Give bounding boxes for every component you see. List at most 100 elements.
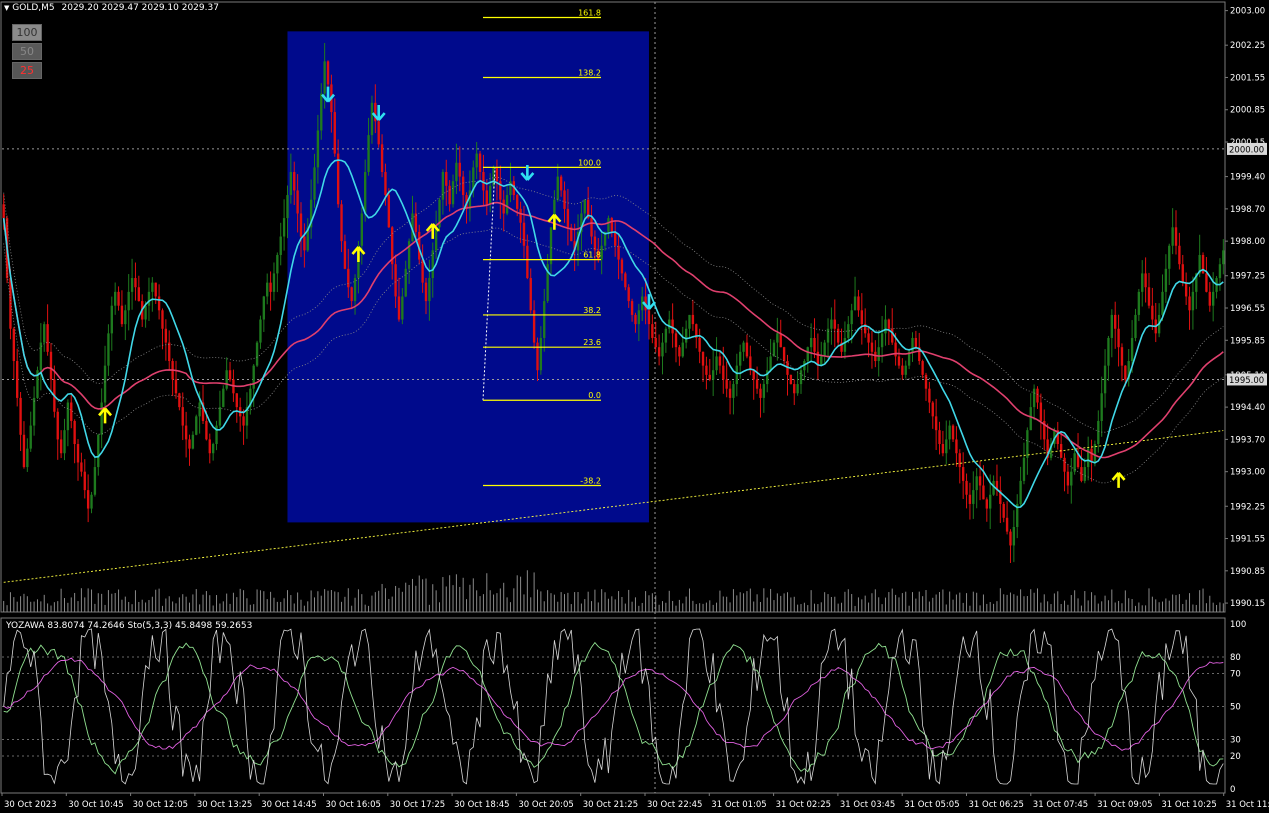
candle-body [610,218,613,232]
candle-body [59,439,63,454]
candle-body [1012,527,1016,546]
candle-body [19,397,22,435]
osc-y-tick-label: 20 [1230,752,1241,762]
candle-body [1218,264,1222,279]
candle-body [975,476,978,491]
candle-body [857,296,860,311]
candle-body [657,347,661,357]
y-tick-label: 2003.00 [1230,7,1265,17]
x-tick-label: 31 Oct 06:25 [969,800,1024,810]
candle-body [526,245,529,279]
x-tick-label: 31 Oct 05:05 [904,800,959,810]
candle-body [208,439,211,454]
zoom-button-100[interactable]: 100 [12,24,42,41]
candle-body [718,356,722,366]
y-tick-label: 1993.00 [1230,468,1265,478]
candle-body [1019,480,1022,504]
candle-body [1222,250,1225,265]
candle-body [843,337,847,352]
zoom-button-25[interactable]: 25 [12,62,42,79]
candle-body [228,370,232,380]
candle-body [485,190,488,205]
candle-body [124,310,127,325]
candle-body [823,342,826,357]
candle-body [634,314,637,325]
candle-body [113,291,117,306]
triangle-down-icon[interactable]: ▼ [4,4,9,12]
candle-body [762,384,766,398]
candle-body [198,402,201,417]
candle-body [799,370,803,385]
candle-body [168,342,171,362]
candle-body [97,434,100,468]
candle-body [867,333,870,343]
candle-body [539,337,543,371]
candle-body [989,494,992,509]
fib-label: 138.2 [578,68,601,77]
osc-y-tick-label: 80 [1230,653,1241,663]
candle-body [147,291,151,306]
candle-body [711,370,715,380]
candle-body [1100,393,1103,421]
candle-body [218,407,222,426]
y-tick-label: 1994.40 [1230,403,1265,413]
candle-body [1184,282,1188,297]
candle-body [556,176,559,200]
y-tick-label: 2001.55 [1230,73,1265,83]
candle-body [269,282,272,292]
candle-body [46,324,49,352]
zoom-button-50[interactable]: 50 [12,43,42,60]
candle-body [343,241,347,269]
candle-body [495,167,499,182]
candle-body [66,402,70,431]
candle-body [755,379,759,389]
candle-body [776,333,779,343]
candle-body [820,356,823,366]
candle-body [266,282,269,297]
candle-body [681,342,684,357]
x-tick-label: 30 Oct 22:45 [647,800,702,810]
candle-body [161,310,164,329]
candle-body [1080,467,1083,481]
x-tick-label: 31 Oct 09:05 [1097,800,1152,810]
y-tick-label: 1999.40 [1230,173,1265,183]
x-tick-label: 30 Oct 21:25 [583,800,638,810]
x-tick-label: 30 Oct 17:25 [390,800,445,810]
candle-body [225,370,228,389]
candle-body [377,121,380,145]
y-tick-label: 1995.85 [1230,336,1265,346]
osc-y-tick-label: 50 [1230,703,1241,713]
y-tick-label: 1990.85 [1230,567,1265,577]
candle-body [29,425,32,449]
x-tick-label: 31 Oct 10:25 [1161,800,1216,810]
candle-body [127,291,130,311]
candle-body [235,393,238,408]
candle-body [1039,402,1043,421]
symbol-label: GOLD,M5 [12,3,55,13]
candle-body [647,310,651,325]
candle-body [833,319,836,329]
candle-body [1002,503,1005,518]
candle-body [370,102,374,136]
candle-body [289,171,293,196]
candle-body [722,365,725,380]
trading-chart[interactable]: 161.8 138.2 100.0 61.8 38.2 23.6 0.0 -38.2 2003.… [0,0,1269,813]
candle-body [914,337,918,348]
candle-body [1161,291,1164,315]
candle-body [813,337,816,352]
candle-body [489,185,492,205]
x-tick-label: 30 Oct 10:45 [68,800,123,810]
candle-body [364,171,367,214]
y-tick-label: 1998.00 [1230,237,1265,247]
candle-body [509,181,512,196]
candle-body [948,425,951,440]
candle-body [151,282,154,292]
candle-body [26,448,29,468]
candle-body [360,213,363,246]
candle-body [583,199,586,214]
candle-body [188,439,191,449]
candle-body [850,310,853,325]
candle-body [1090,448,1093,463]
candle-body [32,397,36,426]
candle-body [735,365,738,385]
